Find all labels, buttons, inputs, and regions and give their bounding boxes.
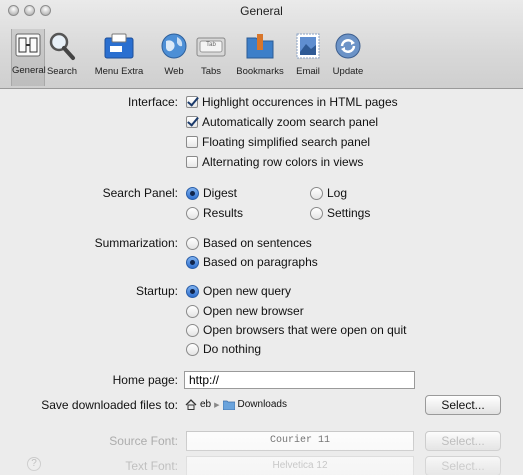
startup-do-nothing-radio[interactable]: Do nothing bbox=[186, 342, 261, 356]
startup-new-browser-radio[interactable]: Open new browser bbox=[186, 304, 304, 318]
radio-label: Settings bbox=[327, 206, 371, 220]
highlight-occurrences-checkbox[interactable]: Highlight occurences in HTML pages bbox=[186, 95, 398, 109]
radio-label: Based on sentences bbox=[203, 236, 312, 250]
path-home-name: eb bbox=[200, 399, 212, 410]
radio-button[interactable] bbox=[186, 236, 199, 250]
startup-reopen-browsers-radio[interactable]: Open browsers that were open on quit bbox=[186, 323, 406, 337]
toolbar-bookmarks[interactable]: Bookmarks bbox=[232, 30, 288, 82]
radio-label: Digest bbox=[203, 186, 238, 200]
radio-label: Open new query bbox=[203, 284, 292, 298]
text-font-field: Helvetica 12 bbox=[186, 456, 414, 475]
radio-button[interactable] bbox=[186, 342, 199, 356]
update-icon bbox=[331, 30, 365, 62]
tabs-icon: Tab bbox=[194, 30, 228, 62]
radio-button[interactable] bbox=[186, 186, 199, 200]
summarization-label: Summarization: bbox=[94, 236, 178, 250]
search-panel-results-radio[interactable]: Results bbox=[186, 206, 243, 220]
toolbar-label: Tabs bbox=[200, 66, 222, 77]
radio-label: Open browsers that were open on quit bbox=[203, 323, 407, 337]
toolbar-label: Bookmarks bbox=[236, 66, 284, 77]
downloads-label: Save downloaded files to: bbox=[41, 398, 178, 412]
checkbox-label: Highlight occurences in HTML pages bbox=[202, 95, 398, 109]
select-source-font-button[interactable]: Select... bbox=[425, 431, 501, 451]
window-title: General bbox=[240, 4, 283, 18]
checkbox-label: Alternating row colors in views bbox=[202, 155, 364, 169]
summarization-sentences-radio[interactable]: Based on sentences bbox=[186, 236, 312, 250]
toolbar-label: Search bbox=[46, 66, 78, 77]
floating-search-panel-checkbox[interactable]: Floating simplified search panel bbox=[186, 135, 370, 149]
search-panel-digest-radio[interactable]: Digest bbox=[186, 186, 237, 200]
checkbox-box[interactable] bbox=[186, 96, 198, 108]
toolbar-general[interactable]: General bbox=[11, 29, 46, 86]
toolbar-label: Menu Extra bbox=[94, 66, 144, 77]
search-icon bbox=[45, 30, 79, 62]
select-download-folder-button[interactable]: Select... bbox=[425, 395, 501, 415]
checkbox-box[interactable] bbox=[186, 156, 198, 168]
radio-button[interactable] bbox=[186, 206, 199, 220]
toolbar-label: Update bbox=[332, 66, 364, 77]
path-folder-name: Downloads bbox=[237, 399, 287, 410]
download-path-control[interactable]: eb ▶ Downloads bbox=[185, 399, 287, 410]
search-panel-label: Search Panel: bbox=[102, 186, 178, 200]
radio-button[interactable] bbox=[186, 323, 199, 337]
bookmarks-folder-icon bbox=[243, 30, 277, 62]
radio-button[interactable] bbox=[310, 186, 323, 200]
toolbar-label: Email bbox=[296, 66, 320, 77]
help-button[interactable]: ? bbox=[27, 457, 41, 471]
checkbox-label: Automatically zoom search panel bbox=[202, 115, 379, 129]
startup-label: Startup: bbox=[135, 284, 178, 298]
toolbar-web[interactable]: Web bbox=[159, 30, 189, 82]
radio-button[interactable] bbox=[310, 206, 323, 220]
interface-label: Interface: bbox=[127, 95, 178, 109]
toolbar-tabs[interactable]: Tab Tabs bbox=[195, 30, 227, 82]
checkbox-box[interactable] bbox=[186, 136, 198, 148]
toolbar-label: Web bbox=[164, 66, 184, 77]
toolbar-email[interactable]: Email bbox=[292, 30, 324, 82]
folder-icon bbox=[222, 400, 235, 410]
radio-label: Do nothing bbox=[203, 342, 262, 356]
path-separator-icon: ▶ bbox=[214, 401, 220, 409]
toolbar-search[interactable]: Search bbox=[45, 30, 79, 82]
radio-button[interactable] bbox=[186, 284, 199, 298]
toolbar-label: General bbox=[12, 65, 46, 76]
email-stamp-icon bbox=[291, 30, 325, 62]
general-icon bbox=[11, 29, 45, 61]
toolbar-menu-extra[interactable]: Menu Extra bbox=[83, 30, 155, 82]
toolbar-update[interactable]: Update bbox=[328, 30, 368, 82]
radio-button[interactable] bbox=[186, 255, 199, 269]
home-icon bbox=[185, 399, 197, 410]
summarization-paragraphs-radio[interactable]: Based on paragraphs bbox=[186, 255, 318, 269]
titlebar: General General Search Menu Extra Web Ta… bbox=[0, 0, 523, 89]
select-text-font-button[interactable]: Select... bbox=[425, 456, 501, 475]
radio-label: Results bbox=[203, 206, 244, 220]
radio-label: Based on paragraphs bbox=[203, 255, 318, 269]
auto-zoom-search-panel-checkbox[interactable]: Automatically zoom search panel bbox=[186, 115, 378, 129]
checkbox-label: Floating simplified search panel bbox=[202, 135, 371, 149]
home-page-label: Home page: bbox=[112, 373, 178, 387]
preferences-window: General General Search Menu Extra Web Ta… bbox=[0, 0, 523, 475]
search-panel-settings-radio[interactable]: Settings bbox=[310, 206, 370, 220]
radio-button[interactable] bbox=[186, 304, 199, 318]
globe-icon bbox=[157, 30, 191, 62]
alternating-row-colors-checkbox[interactable]: Alternating row colors in views bbox=[186, 155, 363, 169]
checkbox-box[interactable] bbox=[186, 116, 198, 128]
startup-new-query-radio[interactable]: Open new query bbox=[186, 284, 291, 298]
text-font-label: Text Font: bbox=[125, 459, 178, 473]
radio-label: Log bbox=[327, 186, 348, 200]
tab-badge-text: Tab bbox=[206, 42, 216, 48]
menu-extra-icon bbox=[102, 30, 136, 62]
radio-label: Open new browser bbox=[203, 304, 304, 318]
home-page-input[interactable]: http:// bbox=[184, 371, 415, 389]
search-panel-log-radio[interactable]: Log bbox=[310, 186, 347, 200]
source-font-field: Courier 11 bbox=[186, 431, 414, 451]
general-pane: Interface: Highlight occurences in HTML … bbox=[0, 89, 523, 475]
source-font-label: Source Font: bbox=[109, 434, 178, 448]
